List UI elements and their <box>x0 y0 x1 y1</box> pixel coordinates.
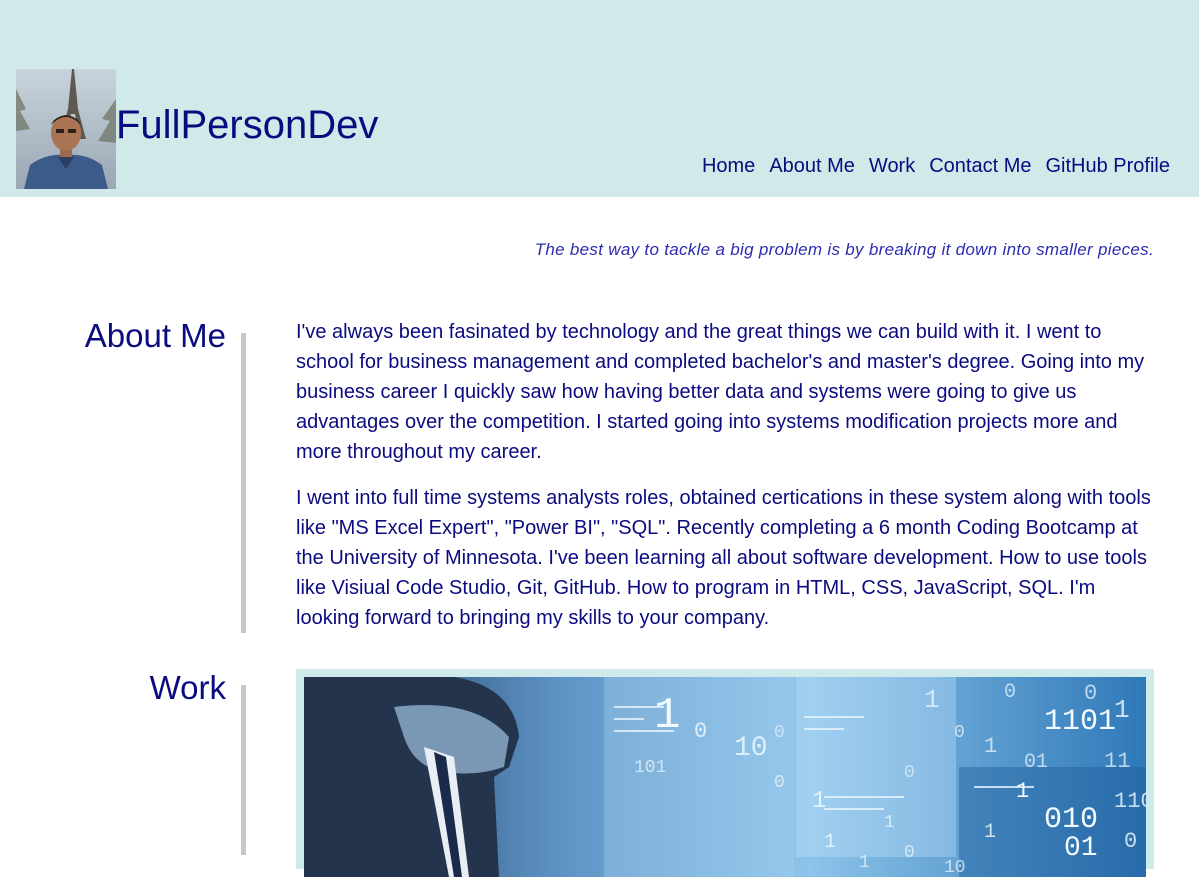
overlay-digit: 1 <box>824 831 836 854</box>
overlay-digit: 1 <box>812 788 826 815</box>
overlay-digit: 0 <box>904 843 915 863</box>
overlay-digit: 0 <box>1124 829 1137 854</box>
overlay-digit: 01 <box>1024 751 1048 774</box>
overlay-digit: 0 <box>1084 681 1097 706</box>
overlay-digit: 01 <box>1064 833 1098 864</box>
about-section-divider <box>241 333 246 633</box>
work-section-divider <box>241 685 246 855</box>
work-image-graphic: 1 0 10 1101 1 0 0 1 0 1 01 11 0 1 1 010 … <box>304 677 1146 877</box>
overlay-digit: 1 <box>1016 779 1029 804</box>
nav-about-me[interactable]: About Me <box>769 154 855 178</box>
site-brand[interactable]: FullPersonDev <box>116 101 378 149</box>
overlay-digit: 010 <box>1044 803 1098 837</box>
about-paragraph-2: I went into full time systems analysts r… <box>296 487 1151 629</box>
nav-github-profile[interactable]: GitHub Profile <box>1046 154 1171 178</box>
about-section-body: I've always been fasinated by technology… <box>296 317 1156 649</box>
overlay-digit: 0 <box>774 723 785 743</box>
overlay-digit: 1 <box>1114 695 1130 725</box>
about-paragraph-1: I've always been fasinated by technology… <box>296 321 1145 463</box>
overlay-digit: 0 <box>1004 681 1016 704</box>
work-project-image[interactable]: 1 0 10 1101 1 0 0 1 0 1 01 11 0 1 1 010 … <box>304 677 1146 877</box>
overlay-digit: 0 <box>954 723 965 743</box>
work-project-card[interactable]: 1 0 10 1101 1 0 0 1 0 1 01 11 0 1 1 010 … <box>296 669 1154 877</box>
nav-work[interactable]: Work <box>869 154 915 178</box>
overlay-digit: 0 <box>694 719 707 744</box>
tagline-quote: The best way to tackle a big problem is … <box>534 240 1154 259</box>
overlay-digit: 1 <box>984 821 996 844</box>
profile-photo-image <box>16 69 116 189</box>
overlay-digit: 1 <box>884 813 895 833</box>
overlay-digit: 110 <box>1114 789 1146 814</box>
nav-home[interactable]: Home <box>702 154 755 178</box>
overlay-digit: 101 <box>634 758 666 778</box>
nav-contact-me[interactable]: Contact Me <box>929 154 1031 178</box>
overlay-digit: 10 <box>734 733 768 764</box>
site-header: FullPersonDev Home About Me Work Contact… <box>0 0 1199 197</box>
work-section-title: Work <box>149 669 226 706</box>
overlay-digit: 1101 <box>1044 705 1116 739</box>
overlay-digit: 11 <box>1104 749 1130 774</box>
overlay-digit: 0 <box>774 773 785 793</box>
about-section-title: About Me <box>84 317 226 354</box>
overlay-digit: 0 <box>904 763 915 783</box>
overlay-digit: 10 <box>944 858 966 877</box>
main-nav: Home About Me Work Contact Me GitHub Pro… <box>702 154 1170 178</box>
overlay-digit: 1 <box>654 691 680 741</box>
overlay-digit: 1 <box>924 685 940 715</box>
overlay-digit: 1 <box>859 853 870 873</box>
overlay-digit: 1 <box>984 734 997 759</box>
profile-photo <box>16 69 116 189</box>
